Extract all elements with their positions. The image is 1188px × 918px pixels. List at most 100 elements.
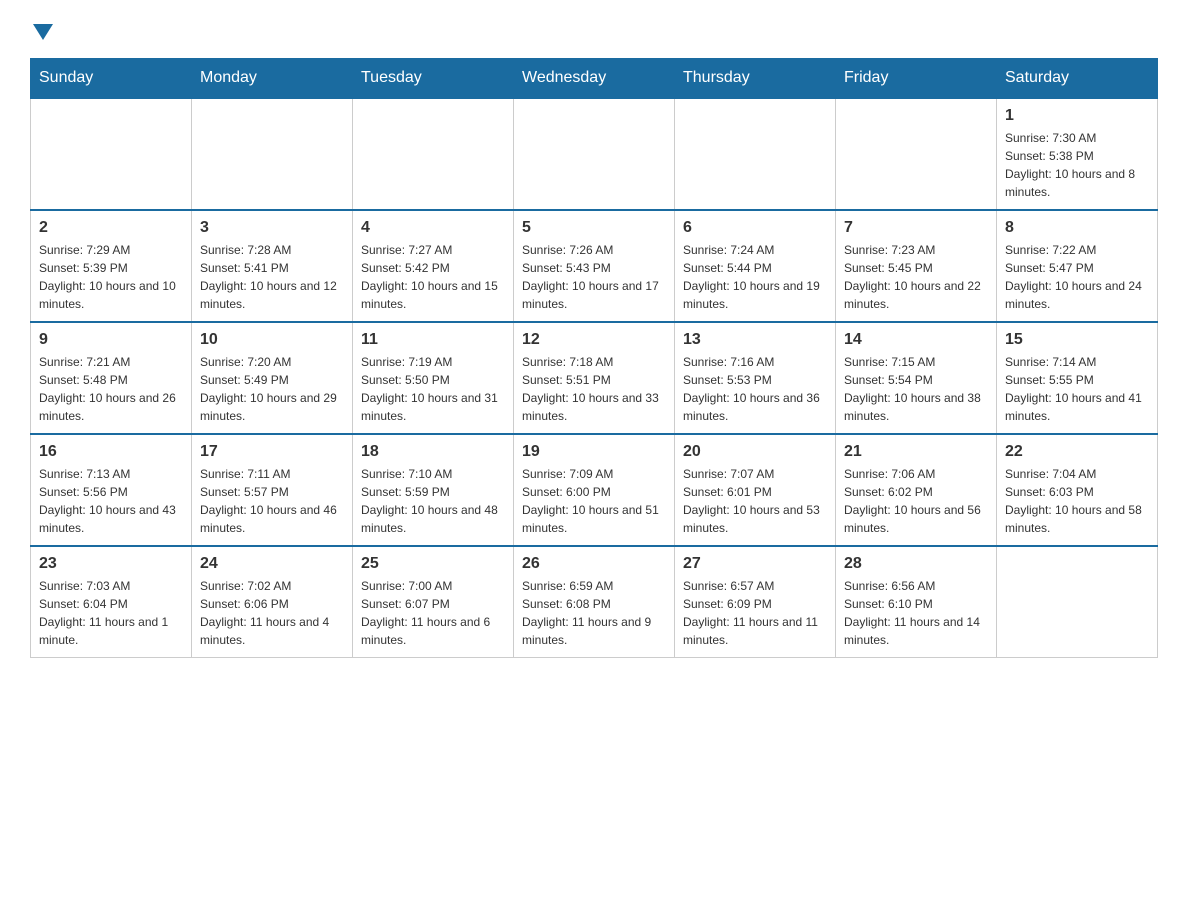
day-number: 13 [683,331,827,349]
calendar-cell [514,98,675,210]
day-number: 16 [39,443,183,461]
calendar-cell: 5 Sunrise: 7:26 AMSunset: 5:43 PMDaylight… [514,210,675,322]
calendar-cell: 4Sunrise: 7:27 AMSunset: 5:42 PMDaylight… [353,210,514,322]
calendar-cell: 9 Sunrise: 7:21 AMSunset: 5:48 PMDaylight… [31,322,192,434]
day-number: 18 [361,443,505,461]
day-info: Sunrise: 7:18 AMSunset: 5:51 PMDaylight:… [522,353,666,425]
day-number: 1 [1005,107,1149,125]
day-info: Sunrise: 7:13 AMSunset: 5:56 PMDaylight:… [39,465,183,537]
day-info: Sunrise: 7:21 AMSunset: 5:48 PMDaylight:… [39,353,183,425]
day-number: 9 [39,331,183,349]
day-number: 21 [844,443,988,461]
calendar-cell [192,98,353,210]
day-info: Sunrise: 7:19 AMSunset: 5:50 PMDaylight:… [361,353,505,425]
day-info: Sunrise: 7:04 AMSunset: 6:03 PMDaylight:… [1005,465,1149,537]
day-of-week-header: Monday [192,59,353,99]
calendar-cell: 20 Sunrise: 7:07 AMSunset: 6:01 PMDayligh… [675,434,836,546]
day-info: Sunrise: 7:20 AMSunset: 5:49 PMDaylight:… [200,353,344,425]
day-number: 19 [522,443,666,461]
day-info: Sunrise: 7:15 AMSunset: 5:54 PMDaylight:… [844,353,988,425]
calendar-cell: 6 Sunrise: 7:24 AMSunset: 5:44 PMDaylight… [675,210,836,322]
day-number: 11 [361,331,505,349]
day-number: 17 [200,443,344,461]
day-info: Sunrise: 7:07 AMSunset: 6:01 PMDaylight:… [683,465,827,537]
day-info: Sunrise: 7:06 AMSunset: 6:02 PMDaylight:… [844,465,988,537]
calendar-cell: 1 Sunrise: 7:30 AMSunset: 5:38 PMDaylight… [997,98,1158,210]
day-number: 4 [361,219,505,237]
day-number: 14 [844,331,988,349]
day-info: Sunrise: 7:30 AMSunset: 5:38 PMDaylight:… [1005,129,1149,201]
day-number: 5 [522,219,666,237]
day-of-week-header: Saturday [997,59,1158,99]
day-number: 25 [361,555,505,573]
calendar-header-row: SundayMondayTuesdayWednesdayThursdayFrid… [31,59,1158,99]
calendar-week-row: 9 Sunrise: 7:21 AMSunset: 5:48 PMDaylight… [31,322,1158,434]
calendar-cell: 14 Sunrise: 7:15 AMSunset: 5:54 PMDayligh… [836,322,997,434]
calendar-table: SundayMondayTuesdayWednesdayThursdayFrid… [30,58,1158,658]
calendar-cell: 7Sunrise: 7:23 AMSunset: 5:45 PMDaylight… [836,210,997,322]
calendar-cell: 21 Sunrise: 7:06 AMSunset: 6:02 PMDayligh… [836,434,997,546]
day-info: Sunrise: 7:11 AMSunset: 5:57 PMDaylight:… [200,465,344,537]
calendar-cell [31,98,192,210]
calendar-cell: 15 Sunrise: 7:14 AMSunset: 5:55 PMDayligh… [997,322,1158,434]
calendar-cell: 17 Sunrise: 7:11 AMSunset: 5:57 PMDayligh… [192,434,353,546]
calendar-cell: 23 Sunrise: 7:03 AMSunset: 6:04 PMDayligh… [31,546,192,658]
day-number: 6 [683,219,827,237]
calendar-cell: 18 Sunrise: 7:10 AMSunset: 5:59 PMDayligh… [353,434,514,546]
day-number: 2 [39,219,183,237]
calendar-week-row: 16 Sunrise: 7:13 AMSunset: 5:56 PMDayligh… [31,434,1158,546]
calendar-cell: 16 Sunrise: 7:13 AMSunset: 5:56 PMDayligh… [31,434,192,546]
calendar-cell: 2 Sunrise: 7:29 AMSunset: 5:39 PMDaylight… [31,210,192,322]
calendar-cell: 26 Sunrise: 6:59 AMSunset: 6:08 PMDayligh… [514,546,675,658]
day-number: 26 [522,555,666,573]
calendar-cell: 13 Sunrise: 7:16 AMSunset: 5:53 PMDayligh… [675,322,836,434]
calendar-cell: 24 Sunrise: 7:02 AMSunset: 6:06 PMDayligh… [192,546,353,658]
calendar-cell: 12 Sunrise: 7:18 AMSunset: 5:51 PMDayligh… [514,322,675,434]
day-of-week-header: Sunday [31,59,192,99]
calendar-week-row: 2 Sunrise: 7:29 AMSunset: 5:39 PMDaylight… [31,210,1158,322]
calendar-week-row: 23 Sunrise: 7:03 AMSunset: 6:04 PMDayligh… [31,546,1158,658]
logo-triangle-icon [33,24,53,40]
day-info: Sunrise: 7:23 AMSunset: 5:45 PMDaylight:… [844,241,988,313]
calendar-cell: 10 Sunrise: 7:20 AMSunset: 5:49 PMDayligh… [192,322,353,434]
day-number: 20 [683,443,827,461]
day-info: Sunrise: 7:14 AMSunset: 5:55 PMDaylight:… [1005,353,1149,425]
day-of-week-header: Wednesday [514,59,675,99]
calendar-cell: 27 Sunrise: 6:57 AMSunset: 6:09 PMDayligh… [675,546,836,658]
day-info: Sunrise: 7:09 AMSunset: 6:00 PMDaylight:… [522,465,666,537]
day-info: Sunrise: 7:02 AMSunset: 6:06 PMDaylight:… [200,577,344,649]
calendar-cell: 11 Sunrise: 7:19 AMSunset: 5:50 PMDayligh… [353,322,514,434]
calendar-cell: 25 Sunrise: 7:00 AMSunset: 6:07 PMDayligh… [353,546,514,658]
day-number: 12 [522,331,666,349]
day-number: 23 [39,555,183,573]
calendar-cell: 8 Sunrise: 7:22 AMSunset: 5:47 PMDaylight… [997,210,1158,322]
day-info: Sunrise: 7:24 AMSunset: 5:44 PMDaylight:… [683,241,827,313]
day-number: 15 [1005,331,1149,349]
day-number: 22 [1005,443,1149,461]
day-number: 3 [200,219,344,237]
calendar-cell: 22 Sunrise: 7:04 AMSunset: 6:03 PMDayligh… [997,434,1158,546]
day-number: 10 [200,331,344,349]
day-info: Sunrise: 7:26 AMSunset: 5:43 PMDaylight:… [522,241,666,313]
day-info: Sunrise: 7:00 AMSunset: 6:07 PMDaylight:… [361,577,505,649]
day-info: Sunrise: 7:16 AMSunset: 5:53 PMDaylight:… [683,353,827,425]
logo [30,20,53,38]
day-of-week-header: Thursday [675,59,836,99]
calendar-cell: 28Sunrise: 6:56 AMSunset: 6:10 PMDayligh… [836,546,997,658]
page-header [30,20,1158,38]
day-info: Sunrise: 6:57 AMSunset: 6:09 PMDaylight:… [683,577,827,649]
day-info: Sunrise: 7:29 AMSunset: 5:39 PMDaylight:… [39,241,183,313]
day-of-week-header: Tuesday [353,59,514,99]
day-number: 27 [683,555,827,573]
day-info: Sunrise: 7:10 AMSunset: 5:59 PMDaylight:… [361,465,505,537]
day-number: 24 [200,555,344,573]
day-info: Sunrise: 7:03 AMSunset: 6:04 PMDaylight:… [39,577,183,649]
day-info: Sunrise: 6:59 AMSunset: 6:08 PMDaylight:… [522,577,666,649]
calendar-cell: 19 Sunrise: 7:09 AMSunset: 6:00 PMDayligh… [514,434,675,546]
day-number: 8 [1005,219,1149,237]
day-number: 28 [844,555,988,573]
day-info: Sunrise: 7:28 AMSunset: 5:41 PMDaylight:… [200,241,344,313]
day-info: Sunrise: 7:22 AMSunset: 5:47 PMDaylight:… [1005,241,1149,313]
calendar-cell [836,98,997,210]
calendar-cell [997,546,1158,658]
